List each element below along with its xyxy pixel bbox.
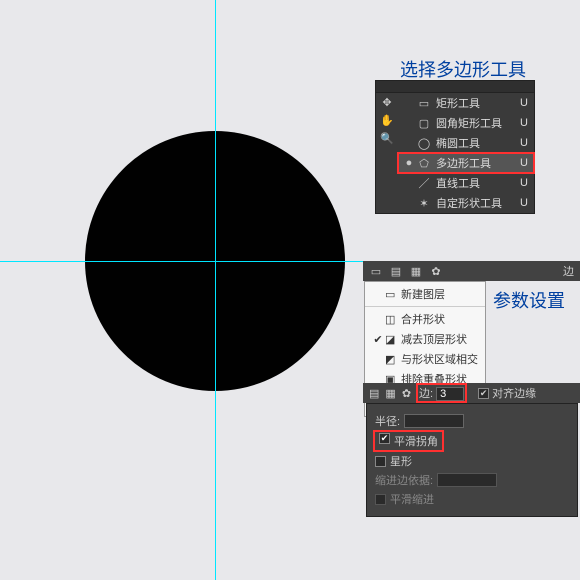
menu-subtract[interactable]: ✔ ◪ 减去顶层形状 — [365, 329, 485, 349]
sides-label-short: 边 — [563, 263, 574, 279]
subtract-icon: ◪ — [385, 333, 399, 346]
tool-label: 椭圆工具 — [436, 135, 520, 151]
tool-shortcut: U — [520, 97, 530, 109]
align-icon[interactable]: ▤ — [389, 264, 403, 278]
tool-shortcut: U — [520, 177, 530, 189]
align-icon[interactable]: ▤ — [369, 387, 379, 400]
tool-shortcut: U — [520, 137, 530, 149]
align-edges-checkbox[interactable]: ✔ — [478, 388, 489, 399]
menu-intersect[interactable]: ◩ 与形状区域相交 — [365, 349, 485, 369]
menu-new-layer[interactable]: ▭ 新建图层 — [365, 284, 485, 304]
panel-drag-handle[interactable] — [376, 81, 534, 93]
tool-shortcut: U — [520, 117, 530, 129]
zoom-icon[interactable]: 🔍 — [376, 129, 398, 147]
tool-polygon[interactable]: ● ⬠ 多边形工具 U — [398, 153, 534, 173]
indent-field — [437, 473, 497, 487]
tool-shortcut: U — [520, 197, 530, 209]
tool-rectangle[interactable]: ▭ 矩形工具 U — [398, 93, 534, 113]
combine-icon: ◫ — [385, 313, 399, 326]
shape-tool-flyout: ✥ ✋ 🔍 ▭ 矩形工具 U ▢ 圆角矩形工具 U ◯ 椭圆工具 U — [375, 80, 535, 214]
path-ops-icon[interactable]: ▭ — [369, 264, 383, 278]
sides-label: 边: — [419, 388, 433, 400]
intersect-icon: ◩ — [385, 353, 399, 366]
annotation-parameters: 参数设置 — [493, 287, 565, 313]
ellipse-icon: ◯ — [416, 136, 432, 150]
tool-custom-shape[interactable]: ✶ 自定形状工具 U — [398, 193, 534, 213]
sides-group-highlight: 边: — [417, 384, 466, 402]
arrange-icon[interactable]: ▦ — [409, 264, 423, 278]
smooth-corners-label: 平滑拐角 — [394, 433, 438, 449]
menu-label: 与形状区域相交 — [401, 351, 478, 367]
radius-field[interactable] — [404, 414, 464, 428]
star-label: 星形 — [390, 453, 412, 469]
smooth-corners-highlight: ✔ 平滑拐角 — [375, 432, 442, 450]
menu-label: 新建图层 — [401, 286, 445, 302]
tool-label: 自定形状工具 — [436, 195, 520, 211]
check-icon: ✔ — [371, 333, 385, 346]
annotation-select-tool: 选择多边形工具 — [400, 56, 526, 82]
tool-rounded-rectangle[interactable]: ▢ 圆角矩形工具 U — [398, 113, 534, 133]
custom-shape-icon: ✶ — [416, 196, 432, 210]
polygon-settings-popup: 半径: ✔ 平滑拐角 星形 缩进边依据: 平滑缩进 — [366, 403, 578, 517]
tool-label: 多边形工具 — [436, 155, 520, 171]
tool-shortcut: U — [520, 157, 530, 169]
crosshair-icon[interactable]: ✥ — [376, 93, 398, 111]
menu-combine[interactable]: ◫ 合并形状 — [365, 309, 485, 329]
tool-line[interactable]: ／ 直线工具 U — [398, 173, 534, 193]
smooth-corners-checkbox[interactable]: ✔ — [379, 433, 390, 444]
arrange-icon[interactable]: ▦ — [385, 387, 395, 400]
rounded-rect-icon: ▢ — [416, 116, 432, 130]
guide-vertical[interactable] — [215, 0, 216, 580]
smooth-indent-checkbox — [375, 494, 386, 505]
menu-separator — [365, 306, 485, 307]
new-layer-icon: ▭ — [385, 288, 399, 301]
menu-label: 减去顶层形状 — [401, 331, 467, 347]
tool-sidebar: ✥ ✋ 🔍 — [376, 93, 398, 213]
indent-label: 缩进边依据: — [375, 472, 433, 488]
radius-label: 半径: — [375, 413, 400, 429]
gear-icon[interactable]: ✿ — [429, 264, 443, 278]
rectangle-icon: ▭ — [416, 96, 432, 110]
hand-icon[interactable]: ✋ — [376, 111, 398, 129]
gear-icon[interactable]: ✿ — [402, 387, 411, 400]
line-icon: ／ — [416, 176, 432, 190]
tool-label: 矩形工具 — [436, 95, 520, 111]
star-checkbox[interactable] — [375, 456, 386, 467]
menu-label: 合并形状 — [401, 311, 445, 327]
tool-ellipse[interactable]: ◯ 椭圆工具 U — [398, 133, 534, 153]
options-bar-segment: ▭ ▤ ▦ ✿ 边 — [363, 261, 580, 281]
tool-label: 圆角矩形工具 — [436, 115, 520, 131]
align-edges-label: 对齐边缘 — [492, 385, 536, 401]
active-tool-dot: ● — [402, 157, 416, 169]
polygon-icon: ⬠ — [416, 156, 432, 170]
smooth-indent-label: 平滑缩进 — [390, 491, 434, 507]
tool-label: 直线工具 — [436, 175, 520, 191]
sides-input[interactable] — [436, 387, 464, 401]
polygon-options-bar: ▤ ▦ ✿ 边: ✔ 对齐边缘 — [363, 383, 580, 403]
